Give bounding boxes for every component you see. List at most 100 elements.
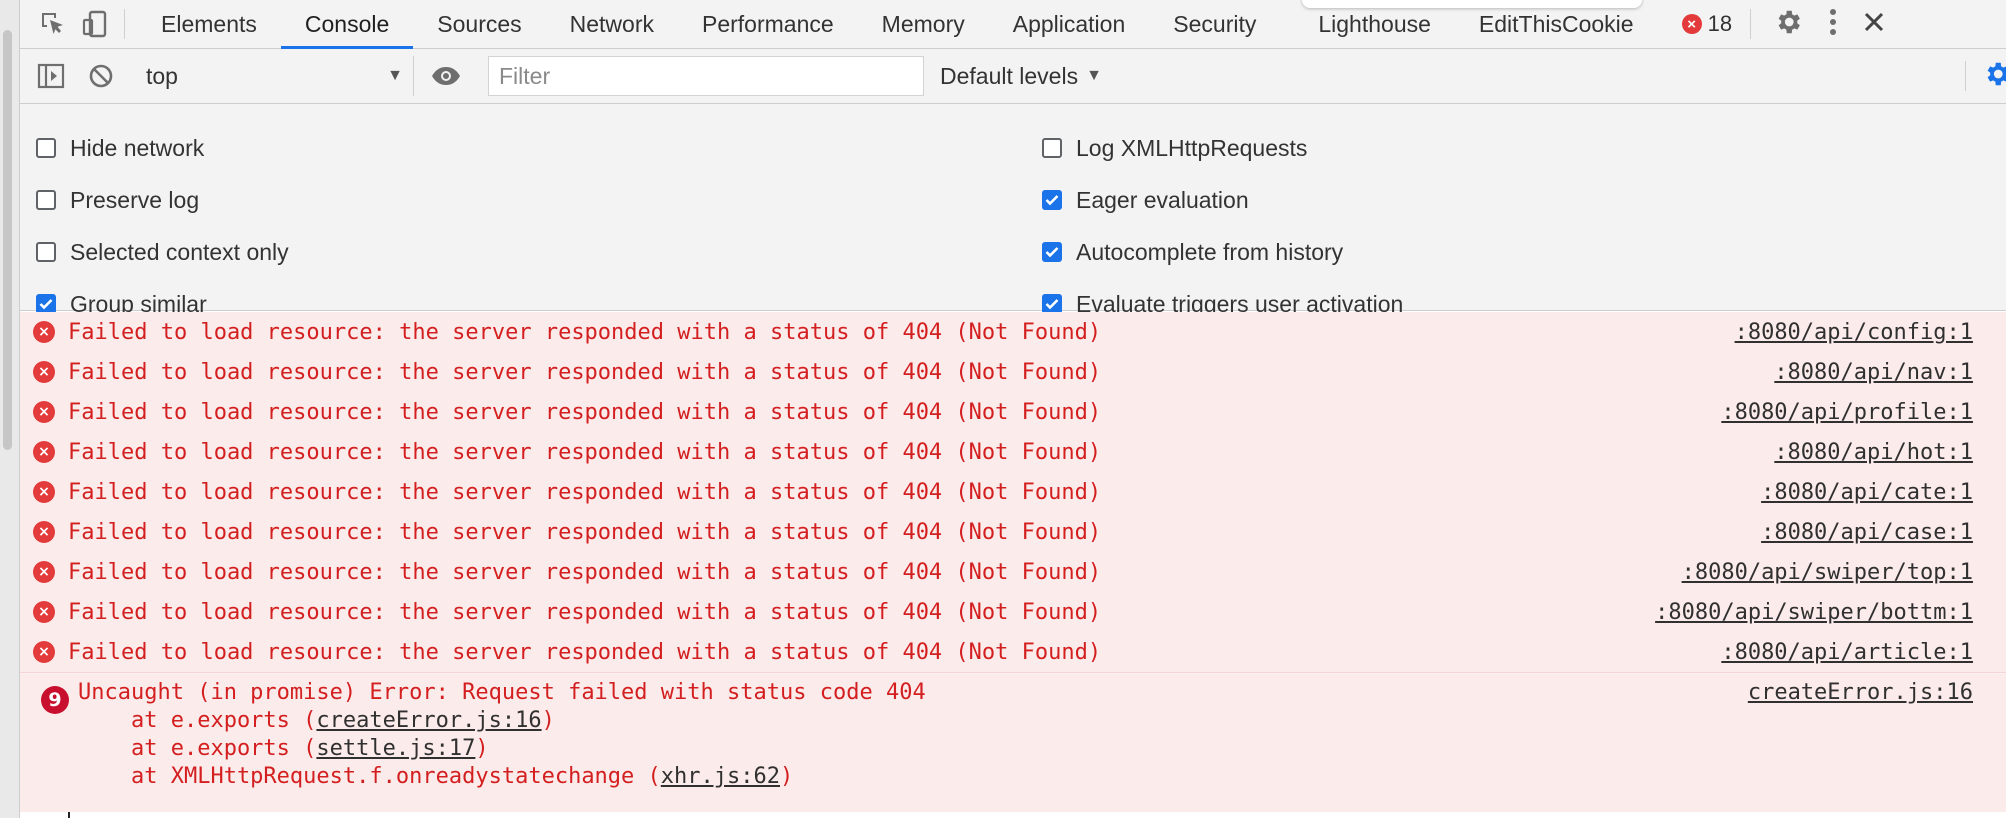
message-source-link[interactable]: :8080/api/article:1 <box>1721 640 1973 665</box>
message-source-link[interactable]: :8080/api/case:1 <box>1761 520 1973 545</box>
stack-frame-suffix: ) <box>541 708 555 733</box>
checkbox[interactable] <box>36 138 56 158</box>
console-prompt[interactable]: › <box>20 812 2006 818</box>
console-error-message: × Failed to load resource: the server re… <box>20 472 2006 513</box>
stack-frame: at e.exports (settle.js:17) <box>78 736 489 761</box>
checkbox-checked[interactable] <box>1042 242 1062 262</box>
stack-frame-prefix: at e.exports ( <box>78 736 317 761</box>
setting-eager-evaluation[interactable]: Eager evaluation <box>1042 182 1249 218</box>
filter-input[interactable] <box>488 56 924 96</box>
console-error-message: × Failed to load resource: the server re… <box>20 512 2006 553</box>
top-overlay-panel <box>1302 0 1642 8</box>
console-settings-gear-icon[interactable] <box>1982 59 2006 94</box>
settings-gear-icon[interactable] <box>1773 7 1803 42</box>
stack-frame-prefix: at e.exports ( <box>78 708 317 733</box>
checkbox[interactable] <box>36 190 56 210</box>
setting-autocomplete-from-history[interactable]: Autocomplete from history <box>1042 234 1343 270</box>
message-source-link[interactable]: :8080/api/swiper/top:1 <box>1682 560 1973 585</box>
stack-frame-link[interactable]: xhr.js:62 <box>661 764 780 789</box>
tab-memory[interactable]: Memory <box>858 0 989 48</box>
context-value: top <box>146 62 178 89</box>
tab-application[interactable]: Application <box>989 0 1150 48</box>
toolbar-divider <box>124 9 125 39</box>
console-error-message: × Failed to load resource: the server re… <box>20 312 2006 353</box>
tab-security[interactable]: Security <box>1149 0 1280 48</box>
page-gutter <box>0 0 20 818</box>
repeat-count-badge: 9 <box>41 686 69 714</box>
tab-elements[interactable]: Elements <box>137 0 281 48</box>
stack-frame-suffix: ) <box>475 736 489 761</box>
setting-label: Autocomplete from history <box>1076 238 1344 265</box>
error-icon: × <box>33 401 55 423</box>
console-error-message: × Failed to load resource: the server re… <box>20 552 2006 593</box>
message-source-link[interactable]: :8080/api/config:1 <box>1735 320 1973 345</box>
setting-selected-context-only[interactable]: Selected context only <box>36 234 289 270</box>
console-messages: × Failed to load resource: the server re… <box>20 312 2006 818</box>
inspect-element-icon[interactable] <box>32 0 74 48</box>
setting-log-xmlhttprequests[interactable]: Log XMLHttpRequests <box>1042 130 1307 166</box>
log-levels-dropdown[interactable]: Default levels ▼ <box>940 63 1102 90</box>
setting-label: Eager evaluation <box>1076 186 1249 213</box>
checkbox-checked[interactable] <box>36 294 56 314</box>
error-icon: × <box>33 441 55 463</box>
checkbox[interactable] <box>1042 138 1062 158</box>
error-icon: × <box>33 521 55 543</box>
message-source-link[interactable]: :8080/api/nav:1 <box>1774 360 1973 385</box>
message-text: Failed to load resource: the server resp… <box>68 639 1102 665</box>
setting-preserve-log[interactable]: Preserve log <box>36 182 199 218</box>
stack-frame: at e.exports (createError.js:16) <box>78 708 555 733</box>
message-text: Failed to load resource: the server resp… <box>68 319 1102 345</box>
checkbox-checked[interactable] <box>1042 294 1062 314</box>
console-settings-pane: Hide network Preserve log Selected conte… <box>20 104 2006 317</box>
console-toolbar: top ▼ Default levels ▼ <box>20 49 2006 104</box>
toolbar-end <box>1965 49 2006 103</box>
log-levels-label: Default levels <box>940 62 1079 89</box>
error-count-value: 18 <box>1707 11 1733 36</box>
page-scrollbar[interactable] <box>3 30 12 450</box>
setting-label: Selected context only <box>70 238 289 265</box>
context-selector[interactable]: top ▼ <box>134 56 414 96</box>
message-source-link[interactable]: :8080/api/profile:1 <box>1721 400 1973 425</box>
uncaught-source-link[interactable]: createError.js:16 <box>1748 680 1973 705</box>
devtools-tabbar: Elements Console Sources Network Perform… <box>20 0 2006 49</box>
message-text: Failed to load resource: the server resp… <box>68 479 1102 505</box>
message-text: Failed to load resource: the server resp… <box>68 439 1102 465</box>
tab-sources[interactable]: Sources <box>413 0 545 48</box>
devtools-window: Elements Console Sources Network Perform… <box>0 0 2006 818</box>
more-options-icon[interactable] <box>1829 8 1837 41</box>
uncaught-error-message: 9 Uncaught (in promise) Error: Request f… <box>20 674 2006 813</box>
tab-console[interactable]: Console <box>280 0 414 49</box>
message-source-link[interactable]: :8080/api/hot:1 <box>1774 440 1973 465</box>
tabbar-actions <box>1773 7 1885 42</box>
setting-label: Hide network <box>70 134 205 161</box>
error-icon: × <box>33 321 55 343</box>
message-source-link[interactable]: :8080/api/cate:1 <box>1761 480 1973 505</box>
stack-frame-link[interactable]: createError.js:16 <box>316 708 541 733</box>
message-source-link[interactable]: :8080/api/swiper/bottm:1 <box>1655 600 1973 625</box>
close-devtools-icon[interactable] <box>1863 11 1885 38</box>
devtools-panel: Elements Console Sources Network Perform… <box>20 0 2006 818</box>
console-error-message: × Failed to load resource: the server re… <box>20 352 2006 393</box>
checkbox-checked[interactable] <box>1042 190 1062 210</box>
error-circle-icon: × <box>1681 14 1702 34</box>
stack-frame-suffix: ) <box>780 764 794 789</box>
live-expression-eye-icon[interactable] <box>414 49 478 103</box>
stack-frame: at XMLHttpRequest.f.onreadystatechange (… <box>78 764 793 789</box>
console-error-message: × Failed to load resource: the server re… <box>20 432 2006 473</box>
checkbox[interactable] <box>36 242 56 262</box>
tab-network[interactable]: Network <box>546 0 678 48</box>
sidebar-toggle-icon[interactable] <box>26 49 76 103</box>
dropdown-arrow-icon: ▼ <box>387 67 403 84</box>
error-icon: × <box>33 561 55 583</box>
setting-hide-network[interactable]: Hide network <box>36 130 204 166</box>
error-counter[interactable]: × 18 <box>1681 9 1752 39</box>
toolbar-divider <box>1965 61 1966 91</box>
clear-console-icon[interactable] <box>76 49 126 103</box>
tab-performance[interactable]: Performance <box>678 0 858 48</box>
message-text: Failed to load resource: the server resp… <box>68 519 1102 545</box>
error-icon: × <box>33 481 55 503</box>
device-toolbar-icon[interactable] <box>74 0 116 48</box>
uncaught-error-text[interactable]: Uncaught (in promise) Error: Request fai… <box>78 680 926 705</box>
message-text: Failed to load resource: the server resp… <box>68 559 1102 585</box>
stack-frame-link[interactable]: settle.js:17 <box>316 736 475 761</box>
